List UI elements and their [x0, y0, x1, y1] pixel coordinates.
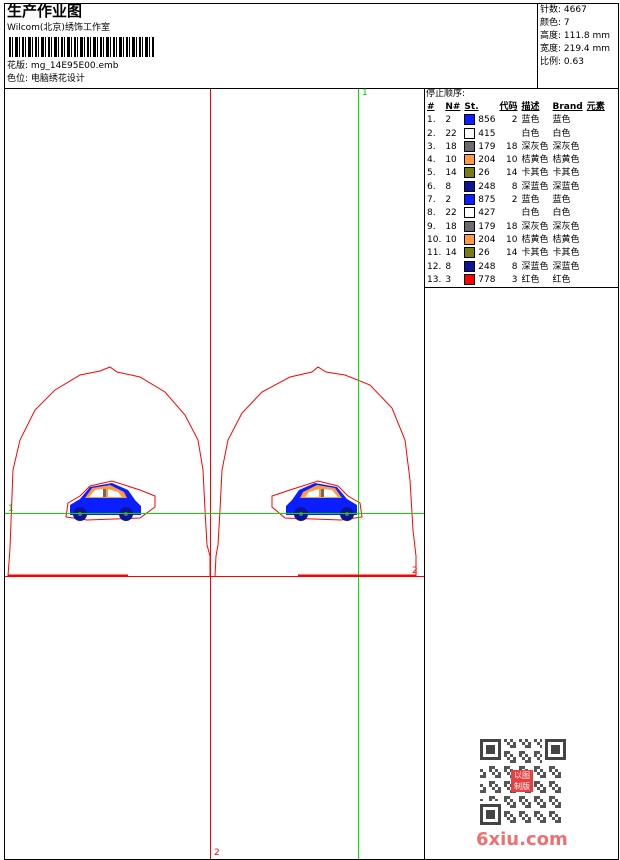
design-canvas	[5, 89, 424, 859]
marker-2-right: 2	[412, 566, 418, 576]
hat-outlines	[7, 366, 417, 577]
watermark-logo: 6xiu.com	[476, 829, 568, 850]
marker-1-top: 1	[362, 88, 368, 98]
production-worksheet: 生产作业图 Wilcom(北京)绣饰工作室 花版: mg_14E95E00.em…	[0, 0, 620, 860]
seal-stamp: 以图制版	[511, 770, 533, 792]
hat-outline-right	[214, 366, 417, 577]
car-left	[70, 483, 141, 521]
marker-2-bottom: 2	[214, 848, 220, 858]
marker-1-left: 1	[8, 504, 14, 514]
hat-outline-left	[7, 366, 211, 577]
car-right	[286, 483, 357, 521]
